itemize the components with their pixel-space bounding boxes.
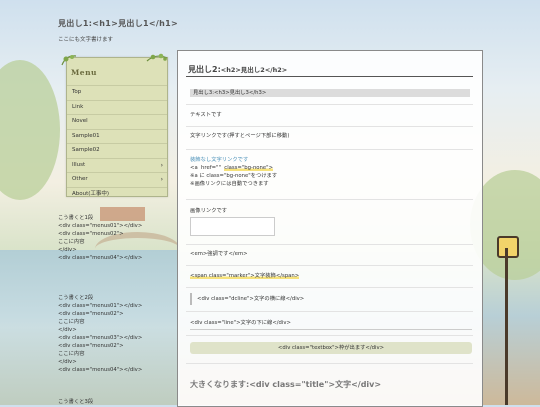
heading-2: 見出し2:<h2>見出し2</h2> (188, 65, 288, 74)
menu-item-other[interactable]: Other › (67, 172, 167, 187)
image-link-label: 画像リンクです (190, 208, 228, 214)
chevron-right-icon: › (160, 161, 163, 169)
heading-3: 見出し3:<h3>見出し3</h3> (190, 89, 470, 97)
menu-item-sample01[interactable]: Sample01 (67, 128, 167, 144)
dcline-box: <div class="dcline">文字の横に線</div> (190, 293, 472, 305)
background-tree (0, 60, 60, 200)
body-text: テキストです (190, 112, 222, 118)
site-title: 見出し1:<h1>見出し1</h1> (58, 19, 178, 28)
menu-item-link[interactable]: Link (67, 99, 167, 115)
chevron-right-icon: › (160, 176, 163, 183)
big-title: 大きくなります:<div class="title">文字</div> (190, 380, 382, 389)
menu-list: Top Link Novel Sample01 Sample02 Illust ›… (67, 85, 167, 201)
vine-icon (146, 53, 168, 62)
divider (186, 126, 473, 127)
divider (186, 363, 473, 364)
menu-title: Menu (71, 68, 97, 77)
vine-icon (61, 55, 77, 66)
menu-item-about[interactable]: About(工事中) (67, 186, 167, 202)
menu-item-top[interactable]: Top (67, 85, 167, 100)
bgnone-code: <a href="" class="bg-none"> (190, 165, 274, 171)
divider (186, 104, 473, 105)
divider (186, 149, 473, 150)
divider (186, 287, 473, 288)
divider (186, 199, 473, 200)
bgnone-note-1: ※a に class="bg-none"をつけます (190, 173, 278, 179)
underline-box: <div class="line">文字の下に線</div> (190, 317, 472, 330)
emphasis-text: <em>強調です</em> (190, 251, 248, 257)
lamp-icon (497, 236, 519, 258)
plain-link[interactable]: 装飾なし文字リンクです (190, 157, 248, 165)
menu-panel: Menu Top Link Novel Sample01 Sample02 Il… (66, 57, 168, 197)
site-description: ここにも文字書けます (58, 37, 114, 43)
marker-text: <span class="marker">文字装飾</span> (190, 273, 300, 279)
text-link[interactable]: 文字リンクです (190, 133, 227, 139)
text-link-row: 文字リンクです(押すとページ下部に移動) (190, 133, 290, 139)
sidebar-block-1: こう書くと1段 <div class="menus01"></div> <div… (58, 215, 143, 261)
heading-2-underline (186, 76, 473, 77)
menu-item-novel[interactable]: Novel (67, 114, 167, 129)
image-link-placeholder[interactable] (190, 217, 275, 236)
main-content: 見出し2:<h2>見出し2</h2> 見出し3:<h3>見出し3</h3> テキ… (177, 50, 483, 407)
divider (186, 335, 473, 336)
divider (186, 244, 473, 245)
lamp-post (505, 248, 508, 405)
divider (186, 265, 473, 266)
menu-item-sample02[interactable]: Sample02 (67, 143, 167, 158)
sidebar-block-2: こう書くと2段 <div class="menus01"></div> <div… (58, 295, 143, 373)
textbox: <div class="textbox">枠が出ます</div> (190, 342, 472, 354)
divider (186, 311, 473, 312)
menu-item-illust[interactable]: Illust › (67, 157, 167, 173)
bgnone-note-2: ※画像リンクには自動でつきます (190, 181, 269, 187)
